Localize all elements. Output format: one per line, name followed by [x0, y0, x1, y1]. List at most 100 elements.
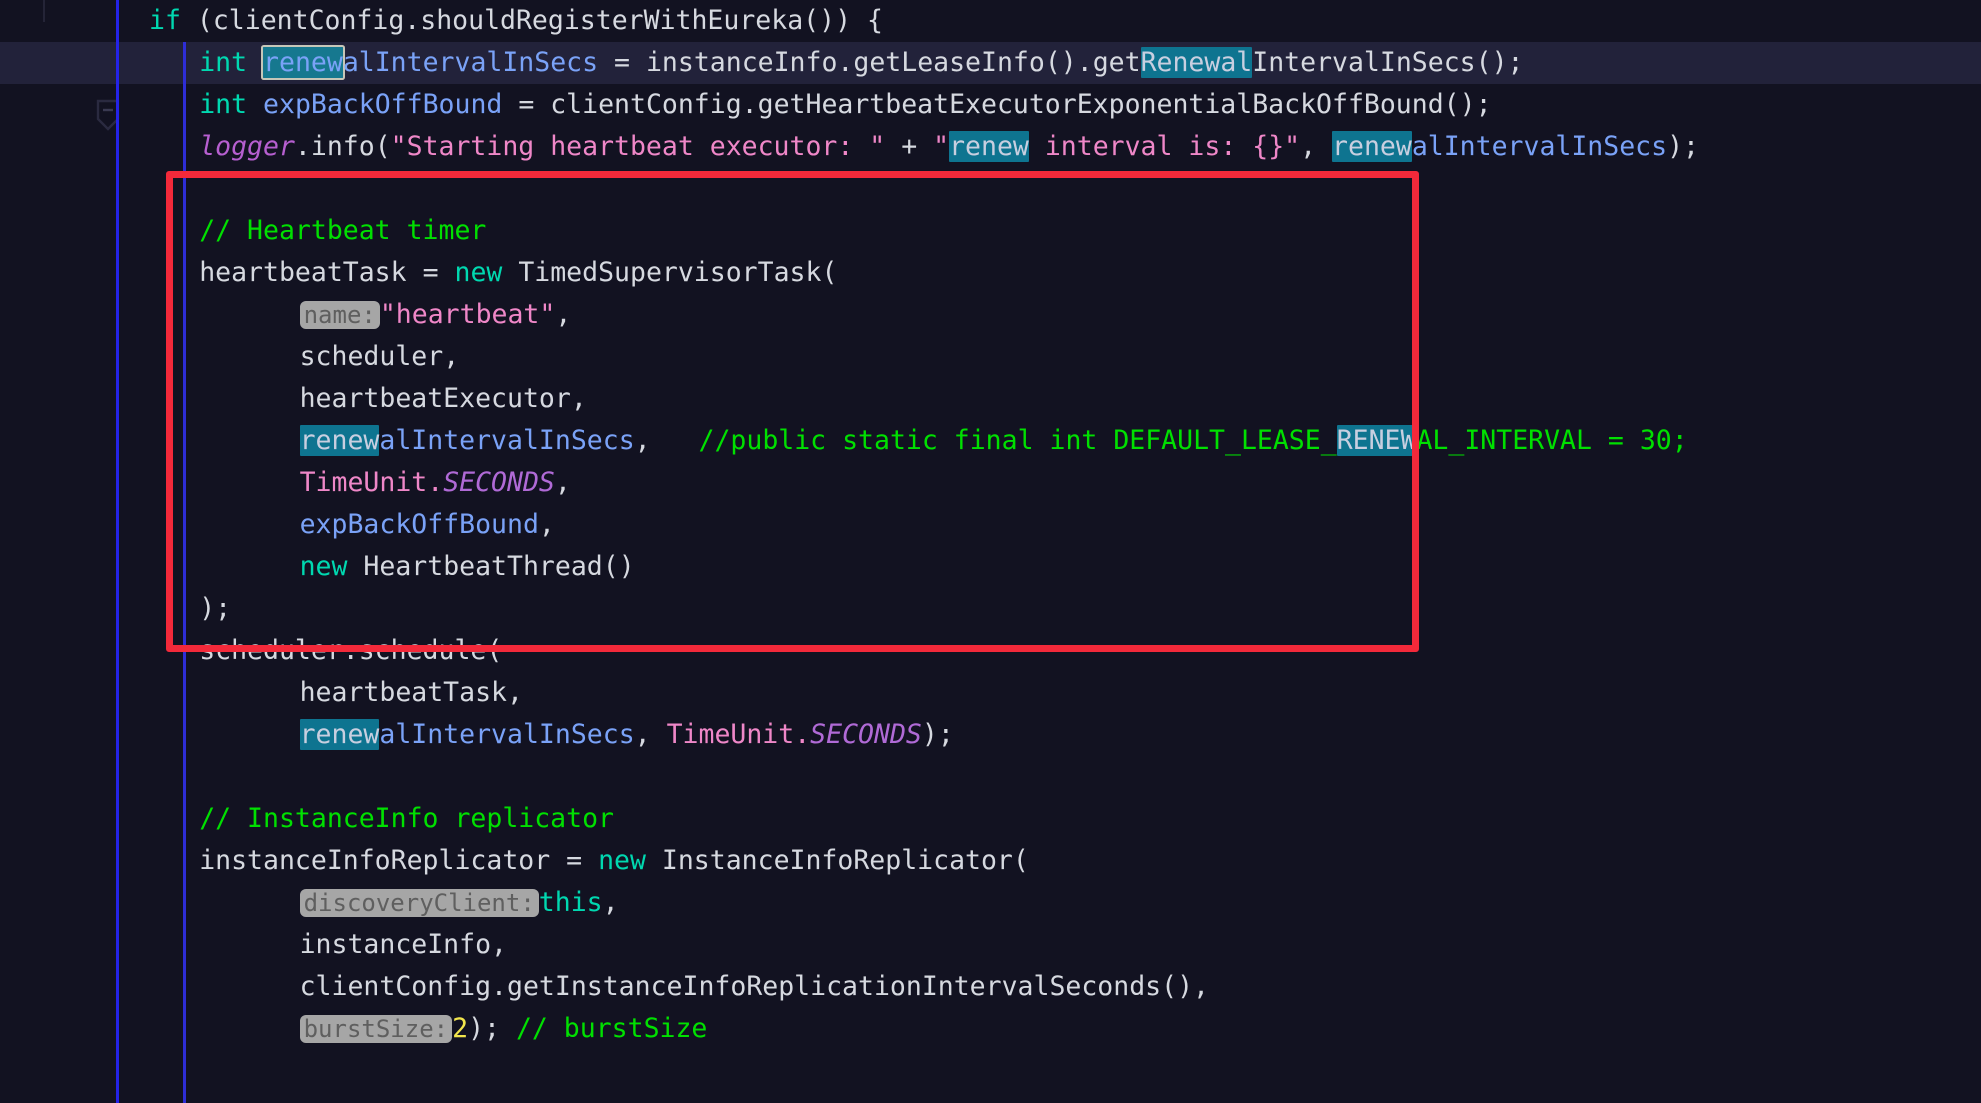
code-line[interactable]: scheduler.schedule( — [0, 630, 1981, 672]
code-line[interactable]: ); — [0, 588, 1981, 630]
code-line[interactable]: heartbeatExecutor, — [0, 378, 1981, 420]
code-token: scheduler.schedule( — [199, 635, 503, 666]
code-token: scheduler — [299, 341, 444, 372]
code-token: 2 — [452, 1013, 469, 1044]
code-token: new — [454, 257, 503, 288]
inline-parameter-hint[interactable]: burstSize: — [299, 1015, 453, 1043]
search-match: renew — [299, 425, 380, 456]
code-line[interactable]: renewalIntervalInSecs, TimeUnit.SECONDS)… — [0, 714, 1981, 756]
code-token: , — [570, 383, 587, 414]
code-line[interactable]: // Heartbeat timer — [0, 210, 1981, 252]
code-token: , — [634, 425, 651, 456]
code-token: expBackOffBound — [263, 89, 503, 120]
code-token: , — [555, 299, 572, 330]
code-token: ); — [199, 593, 232, 624]
code-token: = — [550, 845, 599, 876]
code-token: heartbeatTask — [299, 677, 508, 708]
code-editor[interactable]: if (clientConfig.shouldRegisterWithEurek… — [0, 0, 1981, 1103]
code-token: expBackOffBound — [299, 509, 539, 540]
code-token: // burstSize — [515, 1013, 708, 1044]
code-line[interactable]: new HeartbeatThread() — [0, 546, 1981, 588]
code-line[interactable]: // InstanceInfo replicator — [0, 798, 1981, 840]
code-line[interactable]: expBackOffBound, — [0, 504, 1981, 546]
code-line[interactable]: logger.info("Starting heartbeat executor… — [0, 126, 1981, 168]
code-line[interactable]: heartbeatTask = new TimedSupervisorTask( — [0, 252, 1981, 294]
code-token: = clientConfig.getHeartbeatExecutorExpon… — [502, 89, 1492, 120]
code-token: ); — [468, 1013, 516, 1044]
code-token: InstanceInfoReplicator( — [645, 845, 1029, 876]
code-token: alIntervalInSecs — [379, 425, 635, 456]
inline-parameter-hint[interactable]: name: — [299, 301, 380, 329]
code-line[interactable]: TimeUnit.SECONDS, — [0, 462, 1981, 504]
code-token: , — [443, 341, 460, 372]
code-token: AL_INTERVAL = 30; — [1416, 425, 1688, 456]
code-token: int — [199, 89, 248, 120]
code-line[interactable]: clientConfig.getInstanceInfoReplicationI… — [0, 966, 1981, 1008]
code-line[interactable]: scheduler, — [0, 336, 1981, 378]
code-line[interactable]: renewalIntervalInSecs, //public static f… — [0, 420, 1981, 462]
search-match: RENEW — [1336, 425, 1417, 456]
code-token: ); — [921, 719, 954, 750]
code-token: instanceInfoReplicator — [199, 845, 551, 876]
code-content[interactable]: if (clientConfig.shouldRegisterWithEurek… — [0, 0, 1981, 1103]
code-token: clientConfig.getInstanceInfoReplicationI… — [299, 971, 1194, 1002]
code-line[interactable]: int renewalIntervalInSecs = instanceInfo… — [0, 42, 1981, 84]
code-token: heartbeatTask — [199, 257, 407, 288]
code-token: TimeUnit. — [666, 719, 811, 750]
code-line[interactable]: discoveryClient: this, — [0, 882, 1981, 924]
code-token: TimeUnit. — [299, 467, 444, 498]
code-token: IntervalInSecs(); — [1252, 47, 1524, 78]
code-token: , — [602, 887, 619, 918]
code-token: ); — [1667, 131, 1700, 162]
code-token: , — [1193, 971, 1210, 1002]
code-line[interactable] — [0, 168, 1981, 210]
code-line[interactable]: heartbeatTask, — [0, 672, 1981, 714]
code-token: alIntervalInSecs — [342, 47, 599, 78]
code-token: logger — [199, 131, 295, 162]
code-token: interval is: {}" — [1028, 131, 1301, 162]
search-match: renew — [1332, 131, 1412, 162]
code-token: new — [299, 551, 348, 582]
code-token: , — [538, 509, 555, 540]
code-token: + — [885, 131, 934, 162]
code-line[interactable]: burstSize: 2); // burstSize — [0, 1008, 1981, 1050]
code-token: " — [933, 131, 950, 162]
code-token: SECONDS — [443, 467, 555, 498]
code-token: // InstanceInfo replicator — [199, 803, 615, 834]
code-token: , — [491, 929, 508, 960]
code-line[interactable]: instanceInfoReplicator = new InstanceInf… — [0, 840, 1981, 882]
code-token: int — [199, 47, 248, 78]
code-line[interactable]: name: "heartbeat", — [0, 294, 1981, 336]
code-token: this — [538, 887, 603, 918]
code-token: instanceInfo.getLeaseInfo().get — [645, 47, 1141, 78]
code-line[interactable]: instanceInfo, — [0, 924, 1981, 966]
code-token: heartbeatExecutor — [299, 383, 571, 414]
code-token: .info( — [294, 131, 391, 162]
code-token: (clientConfig.shouldRegisterWithEureka()… — [196, 5, 883, 36]
code-token: //public static final int DEFAULT_LEASE_ — [698, 425, 1337, 456]
inline-parameter-hint[interactable]: discoveryClient: — [299, 889, 539, 917]
code-token: instanceInfo — [299, 929, 492, 960]
code-token: new — [598, 845, 646, 876]
code-token: , — [554, 467, 571, 498]
code-line[interactable]: if (clientConfig.shouldRegisterWithEurek… — [0, 0, 1981, 42]
code-token: = — [598, 47, 646, 78]
code-token: HeartbeatThread() — [347, 551, 635, 582]
code-token: "heartbeat" — [379, 299, 556, 330]
code-line[interactable]: int expBackOffBound = clientConfig.getHe… — [0, 84, 1981, 126]
code-token: , — [507, 677, 523, 708]
search-match: Renewal — [1140, 47, 1253, 78]
search-match: renew — [299, 719, 380, 750]
code-token: "Starting heartbeat executor: " — [390, 131, 886, 162]
search-match: renew — [949, 131, 1029, 162]
code-line[interactable] — [0, 756, 1981, 798]
code-token: SECONDS — [810, 719, 922, 750]
code-token: = — [406, 257, 455, 288]
code-token: if — [149, 5, 181, 36]
code-token: alIntervalInSecs — [1411, 131, 1668, 162]
code-token: // Heartbeat timer — [199, 215, 487, 246]
